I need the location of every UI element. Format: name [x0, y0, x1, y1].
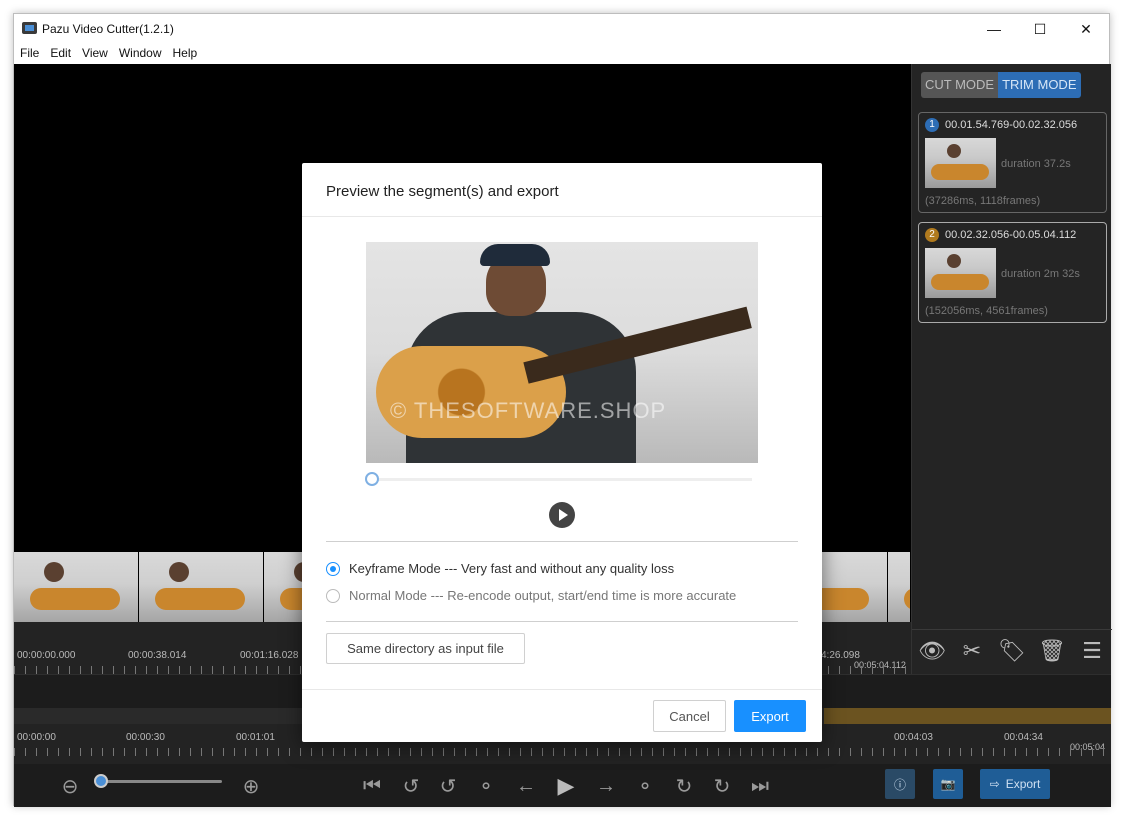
time-label: 00:04:03	[894, 732, 933, 743]
segment-meta: (152056ms, 4561frames)	[925, 305, 1048, 317]
info-icon[interactable]: ⓘ	[885, 769, 915, 799]
video-frame	[14, 552, 138, 622]
dialog-export-button[interactable]: Export	[734, 700, 806, 732]
segment-duration: duration 2m 32s	[1001, 268, 1080, 280]
radio-checked-icon[interactable]	[326, 561, 340, 576]
preview-seek-handle[interactable]	[365, 472, 379, 486]
skip-to-end-icon[interactable]: ⏭	[746, 772, 774, 800]
trim-selection[interactable]	[824, 708, 1111, 724]
time-label: 00:00:30	[126, 732, 165, 743]
divider	[302, 689, 822, 690]
scissors-icon[interactable]: ✂	[956, 635, 988, 667]
preview-play-button[interactable]	[549, 502, 575, 528]
menu-edit[interactable]: Edit	[44, 44, 76, 64]
menu-file[interactable]: File	[14, 44, 44, 64]
play-icon[interactable]: ▶	[552, 772, 580, 800]
segment-card[interactable]: 1 00.01.54.769-00.02.32.056 duration 37.…	[918, 112, 1107, 213]
maximize-icon[interactable]: ☐	[1017, 14, 1063, 44]
time-label: 00:00:00	[17, 732, 56, 743]
tag-icon[interactable]: 🏷	[996, 635, 1028, 667]
export-button-label: Export	[1005, 777, 1041, 791]
trim-mode-button[interactable]: TRIM MODE	[998, 72, 1081, 98]
export-button[interactable]: ⇨ Export	[980, 769, 1050, 799]
forward-30s-icon[interactable]: ↻	[670, 772, 698, 800]
cut-mode-button[interactable]: CUT MODE	[921, 72, 999, 98]
menu-view[interactable]: View	[76, 44, 113, 64]
segment-number: 1	[925, 118, 939, 132]
export-dialog: Preview the segment(s) and export © THES…	[302, 163, 822, 742]
divider	[302, 216, 822, 217]
normal-mode-option[interactable]: Normal Mode --- Re-encode output, start/…	[326, 588, 736, 603]
player-controls: ⊖ ⊕ ⏮ ↺ ↺ ⚬ ← ▶ → ⚬ ↻ ↻ ⏭ ⓘ 📷 ⇨ Export	[14, 764, 1111, 807]
zoom-in-icon[interactable]: ⊕	[237, 772, 265, 800]
segment-toolbar: 👁 ✂ 🏷 🗑 ☰	[912, 629, 1112, 671]
watermark: © THESOFTWARE.SHOP	[390, 398, 667, 423]
mode-switch: CUT MODE TRIM MODE	[921, 72, 1081, 98]
skip-to-start-icon[interactable]: ⏮	[358, 772, 386, 800]
zoom-slider[interactable]	[100, 780, 222, 783]
segment-meta: (37286ms, 1118frames)	[925, 195, 1041, 207]
window-title: Pazu Video Cutter(1.2.1)	[42, 22, 174, 36]
prev-keyframe-icon[interactable]: ⚬	[472, 772, 500, 800]
preview-person-cap	[480, 244, 550, 266]
time-label: 00:00:38.014	[128, 650, 187, 661]
preview-seek-bar[interactable]	[372, 478, 752, 481]
close-icon[interactable]: ✕	[1063, 14, 1109, 44]
zoom-out-icon[interactable]: ⊖	[56, 772, 84, 800]
camera-icon[interactable]: 📷	[933, 769, 963, 799]
minimize-icon[interactable]: —	[971, 14, 1017, 44]
dialog-title: Preview the segment(s) and export	[326, 183, 559, 200]
time-label: 00:01:16.028	[240, 650, 299, 661]
app-logo-icon	[22, 22, 37, 34]
cancel-button[interactable]: Cancel	[653, 700, 726, 732]
step-back-icon[interactable]: ←	[512, 772, 540, 800]
rewind-2min-icon[interactable]: ↺	[397, 772, 425, 800]
menu-help[interactable]: Help	[167, 44, 203, 64]
video-frame	[138, 552, 263, 622]
divider	[326, 541, 798, 542]
menu-bar: File Edit View Window Help	[14, 44, 1109, 64]
segment-thumbnail	[925, 138, 996, 188]
eye-icon[interactable]: 👁	[916, 635, 948, 667]
broom-icon[interactable]: ☰	[1076, 635, 1108, 667]
segment-thumbnail	[925, 248, 996, 298]
segment-card[interactable]: 2 00.02.32.056-00.05.04.112 duration 2m …	[918, 222, 1107, 323]
trash-icon[interactable]: 🗑	[1036, 635, 1068, 667]
segment-range: 00.01.54.769-00.02.32.056	[945, 119, 1078, 131]
zoom-slider-handle[interactable]	[94, 774, 108, 788]
segment-duration: duration 37.2s	[1001, 158, 1071, 170]
segment-number: 2	[925, 228, 939, 242]
next-keyframe-icon[interactable]: ⚬	[631, 772, 659, 800]
tick-marks	[14, 748, 1111, 756]
segment-range: 00.02.32.056-00.05.04.112	[945, 229, 1077, 241]
radio-unchecked-icon[interactable]	[326, 588, 340, 603]
keyframe-mode-label: Keyframe Mode --- Very fast and without …	[349, 561, 675, 576]
time-label: 00:04:34	[1004, 732, 1043, 743]
preview-video[interactable]: © THESOFTWARE.SHOP	[366, 242, 758, 463]
video-frame	[888, 552, 910, 622]
title-bar: Pazu Video Cutter(1.2.1) — ☐ ✕	[14, 14, 1109, 44]
keyframe-mode-option[interactable]: Keyframe Mode --- Very fast and without …	[326, 561, 674, 576]
rewind-30s-icon[interactable]: ↺	[434, 772, 462, 800]
menu-window[interactable]: Window	[113, 44, 167, 64]
output-directory-button[interactable]: Same directory as input file	[326, 633, 525, 664]
forward-2min-icon[interactable]: ↻	[708, 772, 736, 800]
normal-mode-label: Normal Mode --- Re-encode output, start/…	[349, 588, 737, 603]
step-forward-icon[interactable]: →	[592, 772, 620, 800]
export-arrow-icon: ⇨	[989, 777, 1000, 791]
time-label: 00:01:01	[236, 732, 275, 743]
divider	[326, 621, 798, 622]
time-label: 00:00:00.000	[17, 650, 76, 661]
